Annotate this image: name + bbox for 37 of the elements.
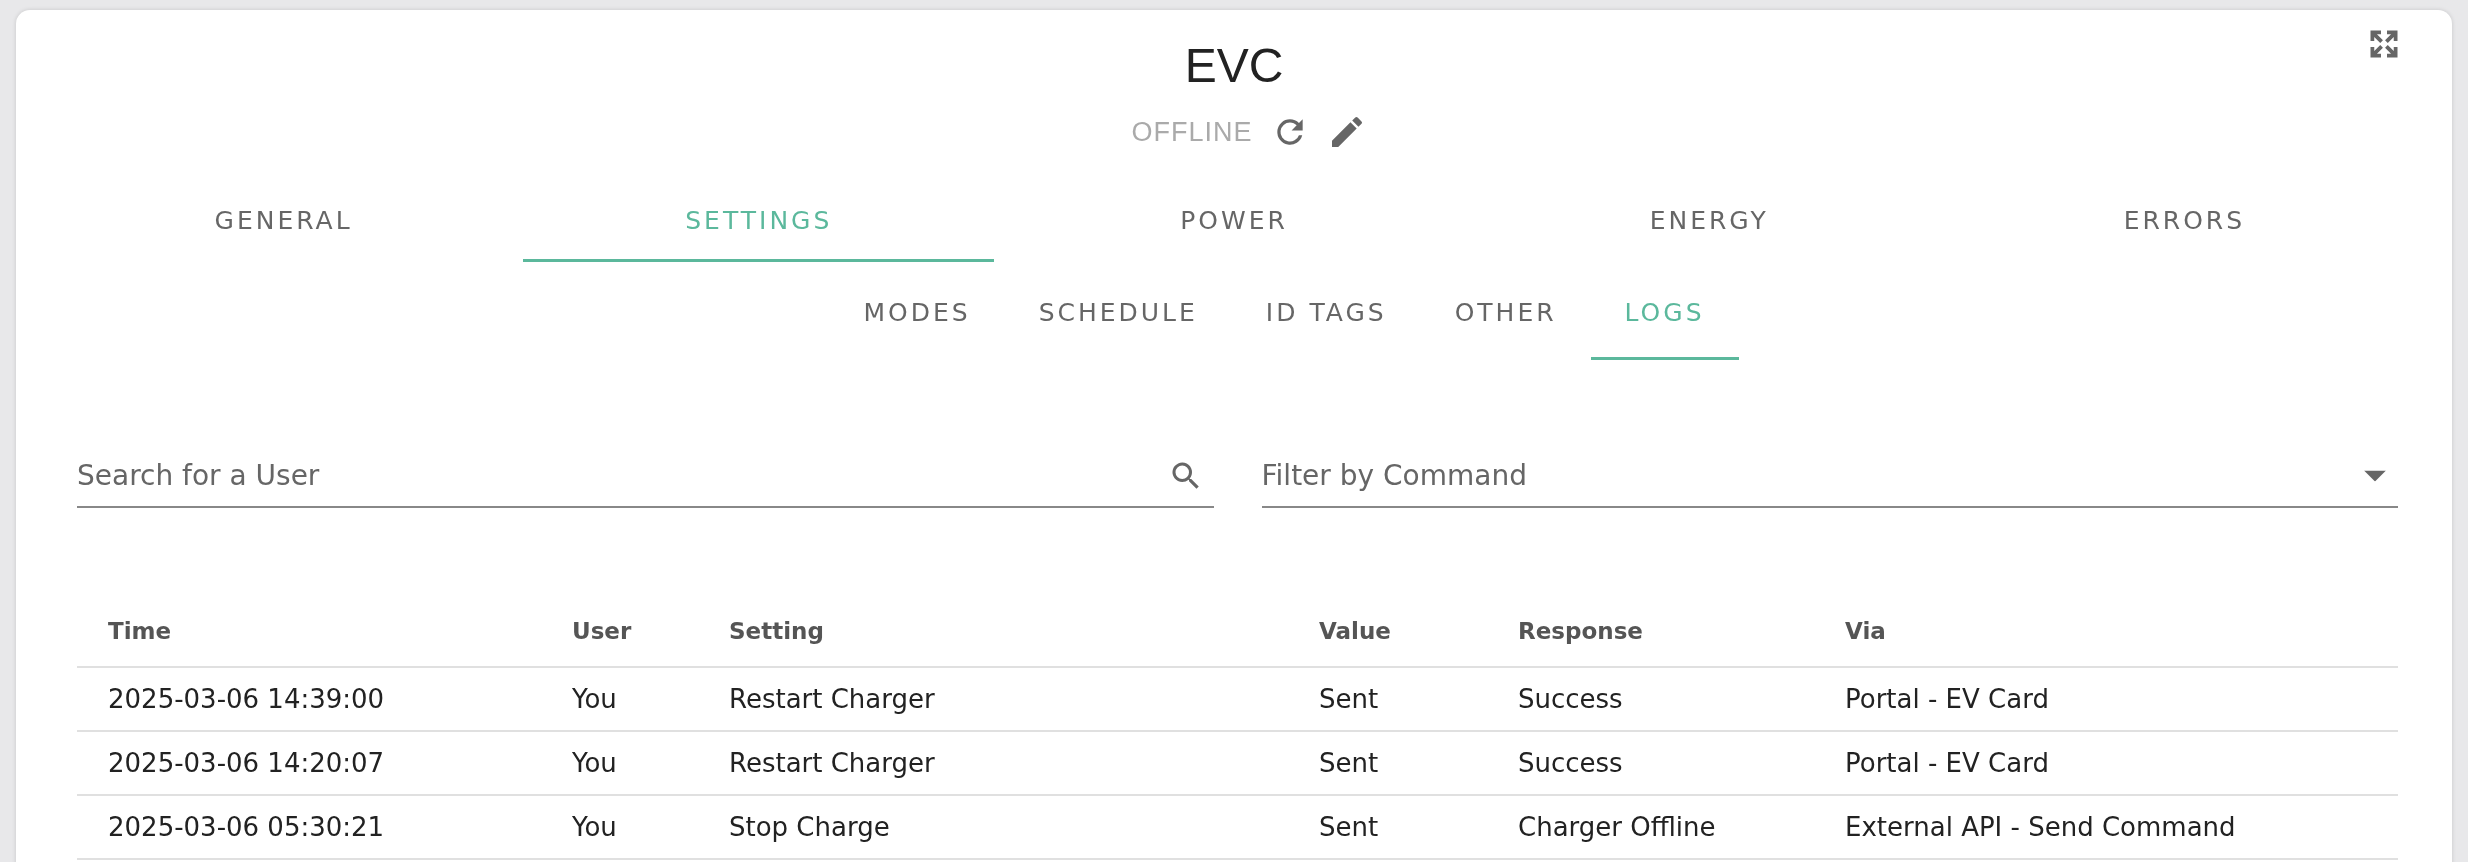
table-cell-text: Charger Offline	[1517, 812, 1717, 842]
table-cell-text: Restart Charger	[728, 748, 936, 778]
search-field[interactable]: Search for a User	[77, 444, 1214, 508]
table-cell-text: 2025-03-06 14:39:00	[107, 684, 386, 714]
table-cell-text: You	[571, 812, 618, 842]
column-header: Response	[1517, 618, 1644, 644]
tab[interactable]: POWER	[998, 182, 1470, 262]
table-cell-text: 2025-03-06 14:20:07	[107, 748, 386, 778]
subtab[interactable]: MODES	[829, 268, 1005, 360]
table-cell-text: Portal - EV Card	[1844, 748, 2050, 778]
column-header: Time	[107, 618, 173, 644]
device-title: EVC	[1184, 38, 1284, 94]
table-cell-text: Sent	[1318, 748, 1380, 778]
table-cell-text: Sent	[1318, 684, 1380, 714]
subtab[interactable]: OTHER	[1420, 268, 1591, 360]
table-cell-text: Stop Charge	[728, 812, 891, 842]
table-cell-text: 2025-03-06 05:30:21	[107, 812, 386, 842]
table-cell-text: External API - Send Command	[1844, 812, 2237, 842]
column-header: Setting	[728, 618, 825, 644]
table-cell-text: Success	[1517, 748, 1624, 778]
dropdown-caret-icon	[2364, 470, 2386, 482]
subtab[interactable]: ID TAGS	[1231, 268, 1421, 360]
table-cell-text: You	[571, 748, 618, 778]
status-text: OFFLINE	[1131, 116, 1253, 148]
table-cell-text: Sent	[1318, 812, 1380, 842]
table-cell-text: Restart Charger	[728, 684, 936, 714]
table-cell-text: You	[571, 684, 618, 714]
subtab[interactable]: SCHEDULE	[1004, 268, 1232, 360]
column-header: User	[571, 618, 633, 644]
tab[interactable]: GENERAL	[48, 182, 520, 262]
table-cell-text: Portal - EV Card	[1844, 684, 2050, 714]
table-cell-text: Success	[1517, 684, 1624, 714]
column-header: Value	[1318, 618, 1392, 644]
column-header: Via	[1844, 618, 1887, 644]
tab[interactable]: ERRORS	[1948, 182, 2420, 262]
tab[interactable]: ENERGY	[1473, 182, 1945, 262]
command-dropdown[interactable]: Filter by Command	[1261, 444, 2398, 508]
